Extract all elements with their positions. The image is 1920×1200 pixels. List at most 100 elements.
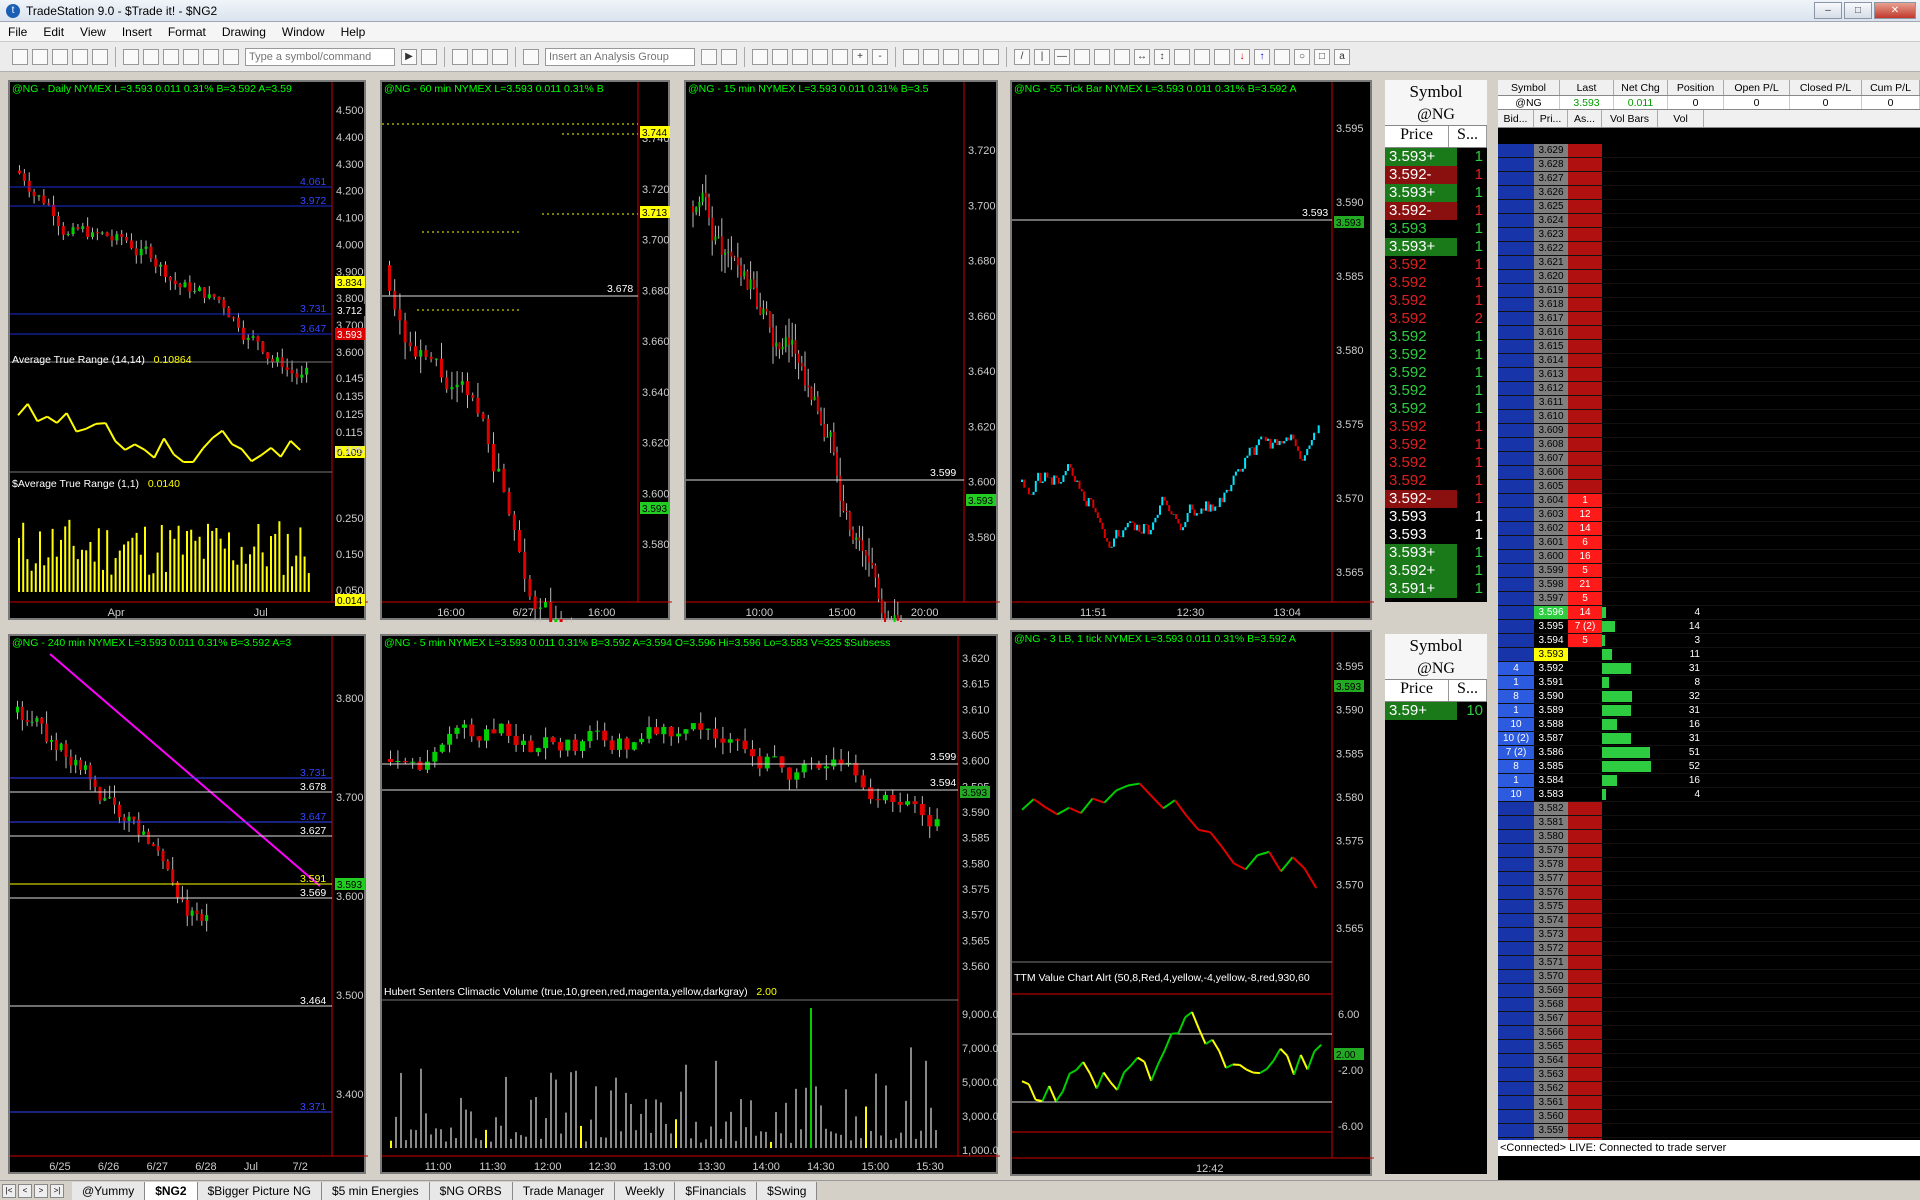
ask-cell[interactable] xyxy=(1568,298,1602,311)
ladder-row[interactable]: 3.602 14 xyxy=(1498,522,1920,536)
ask-cell[interactable] xyxy=(1568,1026,1602,1039)
linking-icon[interactable] xyxy=(203,48,219,65)
ask-cell[interactable] xyxy=(1568,1082,1602,1095)
ladder-row[interactable]: 3.565 xyxy=(1498,1040,1920,1054)
ask-cell[interactable] xyxy=(1568,242,1602,255)
bid-cell[interactable] xyxy=(1498,452,1534,465)
ask-cell[interactable] xyxy=(1568,956,1602,969)
ladder-row[interactable]: 3.612 xyxy=(1498,382,1920,396)
bid-cell[interactable]: 1 xyxy=(1498,676,1534,689)
price-cell[interactable]: 3.578 xyxy=(1534,858,1568,871)
bid-cell[interactable]: 8 xyxy=(1498,690,1534,703)
col-price[interactable]: Price xyxy=(1385,680,1449,701)
bid-cell[interactable] xyxy=(1498,298,1534,311)
price-cell[interactable]: 3.587 xyxy=(1534,732,1568,745)
new-icon[interactable] xyxy=(12,48,28,65)
chart-60-min[interactable]: 3.740 3.720 3.700 3.680 3.660 3.640 3.620 3.600… xyxy=(380,80,672,622)
bid-cell[interactable] xyxy=(1498,900,1534,913)
zoom-out-icon[interactable]: - xyxy=(872,48,888,65)
ladder-row[interactable]: 3.620 xyxy=(1498,270,1920,284)
bid-cell[interactable] xyxy=(1498,158,1534,171)
ladder-row[interactable]: 3.595 7 (2) 14 xyxy=(1498,620,1920,634)
price-cell[interactable]: 3.568 xyxy=(1534,998,1568,1011)
bid-cell[interactable] xyxy=(1498,1082,1534,1095)
col-size[interactable]: S... xyxy=(1449,680,1487,701)
price-cell[interactable]: 3.608 xyxy=(1534,438,1568,451)
menu-file[interactable]: File xyxy=(0,25,35,39)
ladder-row[interactable]: 3.571 xyxy=(1498,956,1920,970)
ask-cell[interactable] xyxy=(1568,452,1602,465)
bid-cell[interactable]: 10 xyxy=(1498,788,1534,801)
ladder-row[interactable]: 3.559 xyxy=(1498,1124,1920,1138)
ask-cell[interactable] xyxy=(1568,368,1602,381)
bid-cell[interactable]: 7 (2) xyxy=(1498,746,1534,759)
ask-cell[interactable] xyxy=(1568,942,1602,955)
price-cell[interactable]: 3.589 xyxy=(1534,704,1568,717)
ladder-row[interactable]: 10 (2) 3.587 31 xyxy=(1498,732,1920,746)
ladder-row[interactable]: 3.601 6 xyxy=(1498,536,1920,550)
price-cell[interactable]: 3.575 xyxy=(1534,900,1568,913)
ts-symbol[interactable]: @NG xyxy=(1385,104,1487,126)
price-cell[interactable]: 3.618 xyxy=(1534,298,1568,311)
ask-cell[interactable] xyxy=(1568,746,1602,759)
bid-cell[interactable] xyxy=(1498,634,1534,647)
ladder-row[interactable]: 3.560 xyxy=(1498,1110,1920,1124)
print-icon[interactable] xyxy=(123,48,139,65)
ladder-row[interactable]: 3.604 1 xyxy=(1498,494,1920,508)
price-cell[interactable]: 3.622 xyxy=(1534,242,1568,255)
price-cell[interactable]: 3.616 xyxy=(1534,326,1568,339)
price-cell[interactable]: 3.604 xyxy=(1534,494,1568,507)
chart-daily[interactable]: 4.500 4.400 4.300 4.200 4.100 4.000 3.900 3.800… xyxy=(8,80,368,620)
tab--financials[interactable]: $Financials xyxy=(675,1181,758,1200)
bid-cell[interactable] xyxy=(1498,424,1534,437)
price-cell[interactable]: 3.603 xyxy=(1534,508,1568,521)
ask-cell[interactable] xyxy=(1568,676,1602,689)
color-icon[interactable] xyxy=(223,48,239,65)
price-cell[interactable]: 3.582 xyxy=(1534,802,1568,815)
ask-cell[interactable]: 16 xyxy=(1568,550,1602,563)
price-cell[interactable]: 3.612 xyxy=(1534,382,1568,395)
bid-cell[interactable]: 4 xyxy=(1498,662,1534,675)
ladder-row[interactable]: 3.625 xyxy=(1498,200,1920,214)
ask-cell[interactable] xyxy=(1568,410,1602,423)
ladder-row[interactable]: 3.581 xyxy=(1498,816,1920,830)
hdr-closed-pl[interactable]: Closed P/L xyxy=(1790,80,1862,95)
price-cell[interactable]: 3.594 xyxy=(1534,634,1568,647)
price-cell[interactable]: 3.593 xyxy=(1534,648,1568,661)
bid-cell[interactable] xyxy=(1498,186,1534,199)
price-cell[interactable]: 3.584 xyxy=(1534,774,1568,787)
price-cell[interactable]: 3.567 xyxy=(1534,1012,1568,1025)
bid-cell[interactable] xyxy=(1498,312,1534,325)
col-bid[interactable]: Bid... xyxy=(1498,110,1534,127)
vertical-arrow-icon[interactable]: ↕ xyxy=(1154,48,1170,65)
ask-cell[interactable] xyxy=(1568,158,1602,171)
price-cell[interactable]: 3.624 xyxy=(1534,214,1568,227)
ask-cell[interactable] xyxy=(1568,144,1602,157)
bid-cell[interactable] xyxy=(1498,1124,1534,1137)
price-cell[interactable]: 3.564 xyxy=(1534,1054,1568,1067)
bar-chart-icon[interactable] xyxy=(752,48,768,65)
minimize-button[interactable]: – xyxy=(1814,2,1842,19)
ask-cell[interactable]: 7 (2) xyxy=(1568,620,1602,633)
ask-cell[interactable] xyxy=(1568,480,1602,493)
price-cell[interactable]: 3.580 xyxy=(1534,830,1568,843)
bid-cell[interactable] xyxy=(1498,648,1534,661)
bid-cell[interactable] xyxy=(1498,270,1534,283)
insert-indicator-icon[interactable] xyxy=(701,48,717,65)
ask-cell[interactable] xyxy=(1568,872,1602,885)
zoom-in-icon[interactable]: + xyxy=(852,48,868,65)
ladder-row[interactable]: 3.575 xyxy=(1498,900,1920,914)
ts-symbol[interactable]: @NG xyxy=(1385,658,1487,680)
ask-cell[interactable] xyxy=(1568,354,1602,367)
price-cell[interactable]: 3.596 xyxy=(1534,606,1568,619)
bid-cell[interactable] xyxy=(1498,942,1534,955)
ladder-row[interactable]: 3.599 5 xyxy=(1498,564,1920,578)
col-price[interactable]: Price xyxy=(1385,126,1449,147)
price-cell[interactable]: 3.563 xyxy=(1534,1068,1568,1081)
bid-cell[interactable] xyxy=(1498,214,1534,227)
ladder-row[interactable]: 3.624 xyxy=(1498,214,1920,228)
ask-cell[interactable] xyxy=(1568,648,1602,661)
trendline-icon[interactable]: / xyxy=(1014,48,1030,65)
ladder-row[interactable]: 3.569 xyxy=(1498,984,1920,998)
bid-cell[interactable] xyxy=(1498,816,1534,829)
